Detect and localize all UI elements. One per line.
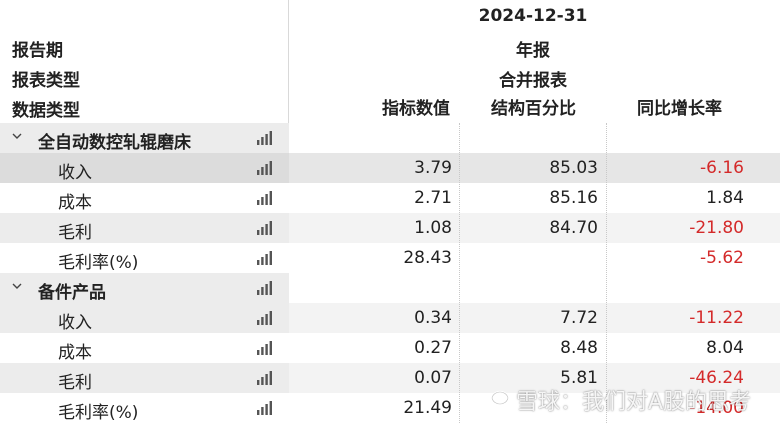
- row-label-cell: [0, 243, 289, 273]
- metric-value: 2.71: [414, 188, 452, 208]
- group-name: 全自动数控轧辊磨床: [38, 133, 191, 153]
- structure-pct: 84.70: [549, 218, 598, 238]
- metric-label: 收入: [58, 163, 92, 183]
- bar-chart-icon[interactable]: [256, 131, 272, 145]
- report-period-label: 报告期: [12, 41, 63, 61]
- structure-pct: 7.72: [560, 308, 598, 328]
- structure-pct: 8.48: [560, 338, 598, 358]
- column-separator: [459, 123, 460, 423]
- column-header-yoy[interactable]: 同比增长率: [602, 94, 722, 119]
- metric-label: 毛利: [58, 373, 92, 393]
- bar-chart-icon[interactable]: [256, 311, 272, 325]
- metric-value: 0.34: [414, 308, 452, 328]
- group-row-value-cell: [289, 123, 780, 153]
- group-row-value-cell: [289, 273, 780, 303]
- group-row[interactable]: 备件产品: [0, 273, 780, 303]
- period-kind: 年报: [516, 41, 550, 61]
- bar-chart-icon[interactable]: [256, 221, 272, 235]
- metric-value: 1.08: [414, 218, 452, 238]
- data-type-label: 数据类型: [12, 101, 80, 121]
- metric-label: 成本: [58, 193, 92, 213]
- bar-chart-icon[interactable]: [256, 371, 272, 385]
- bar-chart-icon[interactable]: [256, 281, 272, 295]
- yoy-growth: -5.62: [700, 248, 744, 268]
- bar-chart-icon[interactable]: [256, 251, 272, 265]
- metric-label: 收入: [58, 313, 92, 333]
- bar-chart-icon[interactable]: [256, 191, 272, 205]
- metric-label: 毛利率(%): [58, 253, 139, 273]
- table-row[interactable]: 毛利率(%) 28.43 -5.62: [0, 243, 780, 273]
- row-label-cell: [0, 183, 289, 213]
- row-label-cell: [0, 303, 289, 333]
- column-header-structure[interactable]: 结构百分比: [456, 94, 576, 119]
- watermark-text: 雪球：我们对A股的思考: [516, 390, 752, 415]
- statement-type-label: 报表类型: [12, 71, 80, 91]
- metric-label: 成本: [58, 343, 92, 363]
- metric-value: 21.49: [403, 398, 452, 418]
- bar-chart-icon[interactable]: [256, 161, 272, 175]
- column-separator: [606, 123, 607, 423]
- yoy-growth: 1.84: [706, 188, 744, 208]
- table-row[interactable]: 毛利 1.08 84.70 -21.80: [0, 213, 780, 243]
- table-row[interactable]: 收入 0.34 7.72 -11.22: [0, 303, 780, 333]
- column-header-value[interactable]: 指标数值: [330, 94, 450, 119]
- chevron-down-icon[interactable]: [12, 131, 22, 141]
- row-label-cell: [0, 363, 289, 393]
- row-label-cell: [0, 213, 289, 243]
- row-label-cell: [0, 333, 289, 363]
- table-row[interactable]: 收入 3.79 85.03 -6.16: [0, 153, 780, 183]
- chevron-down-icon[interactable]: [12, 281, 22, 291]
- metric-value: 0.07: [414, 368, 452, 388]
- table-row[interactable]: 成本 0.27 8.48 8.04: [0, 333, 780, 363]
- snowball-logo-icon: [490, 390, 510, 406]
- structure-pct: 85.16: [549, 188, 598, 208]
- bar-chart-icon[interactable]: [256, 401, 272, 415]
- bar-chart-icon[interactable]: [256, 341, 272, 355]
- metric-value: 0.27: [414, 338, 452, 358]
- yoy-growth: -6.16: [700, 158, 744, 178]
- period-date: 2024-12-31: [478, 6, 588, 26]
- yoy-growth: 8.04: [706, 338, 744, 358]
- metric-label: 毛利率(%): [58, 403, 139, 423]
- metric-value: 3.79: [414, 158, 452, 178]
- yoy-growth: -21.80: [689, 218, 744, 238]
- group-row[interactable]: 全自动数控轧辊磨床: [0, 123, 780, 153]
- metric-value: 28.43: [403, 248, 452, 268]
- group-name: 备件产品: [38, 283, 106, 303]
- metric-label: 毛利: [58, 223, 92, 243]
- yoy-growth: -11.22: [689, 308, 744, 328]
- row-label-cell: [0, 153, 289, 183]
- table-row[interactable]: 成本 2.71 85.16 1.84: [0, 183, 780, 213]
- structure-pct: 85.03: [549, 158, 598, 178]
- statement-type: 合并报表: [499, 71, 567, 91]
- row-label-cell: [0, 393, 289, 423]
